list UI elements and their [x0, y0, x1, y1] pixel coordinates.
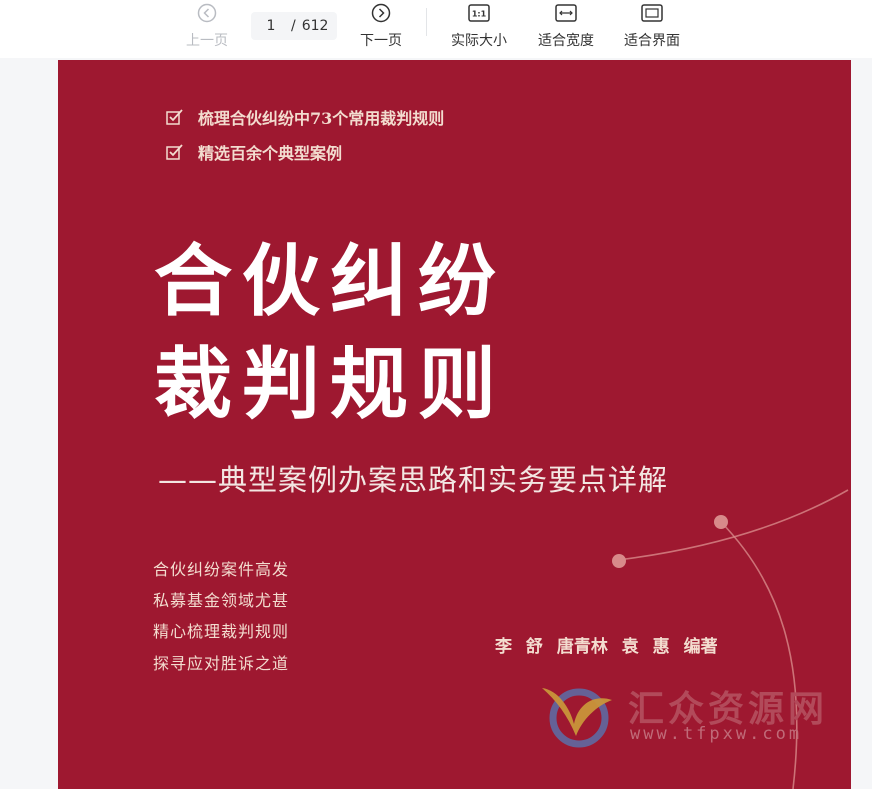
fit-page-button[interactable]: 适合界面: [617, 0, 687, 58]
total-pages: 612: [301, 18, 329, 34]
checkbox-checked-icon: [166, 109, 183, 125]
cover-slogan: 私募基金领域尤甚: [153, 591, 290, 610]
cover-slogan: 合伙纠纷案件高发: [153, 560, 290, 579]
cover-title-line1: 合伙纠纷: [154, 236, 507, 327]
next-page-button[interactable]: 下一页: [354, 0, 408, 58]
cover-bullet-text: 梳理合伙纠纷中73个常用裁判规则: [198, 109, 445, 128]
viewer-toolbar: 上一页 1 / 612 下一页 1:1 实际大小 适合宽度 适合界面: [0, 0, 872, 58]
fit-width-label: 适合宽度: [538, 33, 594, 49]
checkbox-checked-icon: [166, 144, 183, 160]
cover-title-line2: 裁判规则: [154, 339, 507, 430]
actual-size-icon: 1:1: [468, 2, 490, 24]
book-cover-page: 梳理合伙纠纷中73个常用裁判规则 精选百余个典型案例 合伙纠纷 裁判规则 ——典…: [58, 60, 851, 789]
page-separator: /: [291, 18, 296, 34]
fit-width-icon: [555, 2, 577, 24]
cover-bullet-text: 精选百余个典型案例: [198, 144, 343, 163]
cover-bullet: 梳理合伙纠纷中73个常用裁判规则: [166, 105, 444, 129]
cover-slogan: 探寻应对胜诉之道: [153, 654, 290, 673]
actual-size-button[interactable]: 1:1 实际大小: [444, 0, 514, 58]
cover-bullet: 精选百余个典型案例: [166, 140, 342, 164]
current-page-input[interactable]: 1: [251, 18, 291, 34]
next-page-label: 下一页: [360, 33, 402, 49]
chevron-right-circle-icon: [371, 2, 391, 24]
actual-size-label: 实际大小: [451, 33, 507, 49]
watermark-url: www.tfpxw.com: [630, 724, 803, 744]
actual-size-icon-text: 1:1: [472, 10, 487, 19]
chevron-left-circle-icon: [197, 2, 217, 24]
prev-page-button[interactable]: 上一页: [180, 0, 234, 58]
page-indicator: 1 / 612: [251, 12, 337, 40]
prev-page-label: 上一页: [186, 33, 228, 49]
fit-page-label: 适合界面: [624, 33, 680, 49]
fit-width-button[interactable]: 适合宽度: [531, 0, 601, 58]
fit-page-icon: [641, 2, 663, 24]
cover-subtitle: ——典型案例办案思路和实务要点详解: [158, 463, 669, 497]
toolbar-divider: [426, 8, 427, 36]
cover-slogan: 精心梳理裁判规则: [153, 622, 290, 641]
watermark-logo-icon: [542, 688, 612, 748]
cover-authors: 李 舒 唐青林 袁 惠 编著: [495, 637, 718, 657]
